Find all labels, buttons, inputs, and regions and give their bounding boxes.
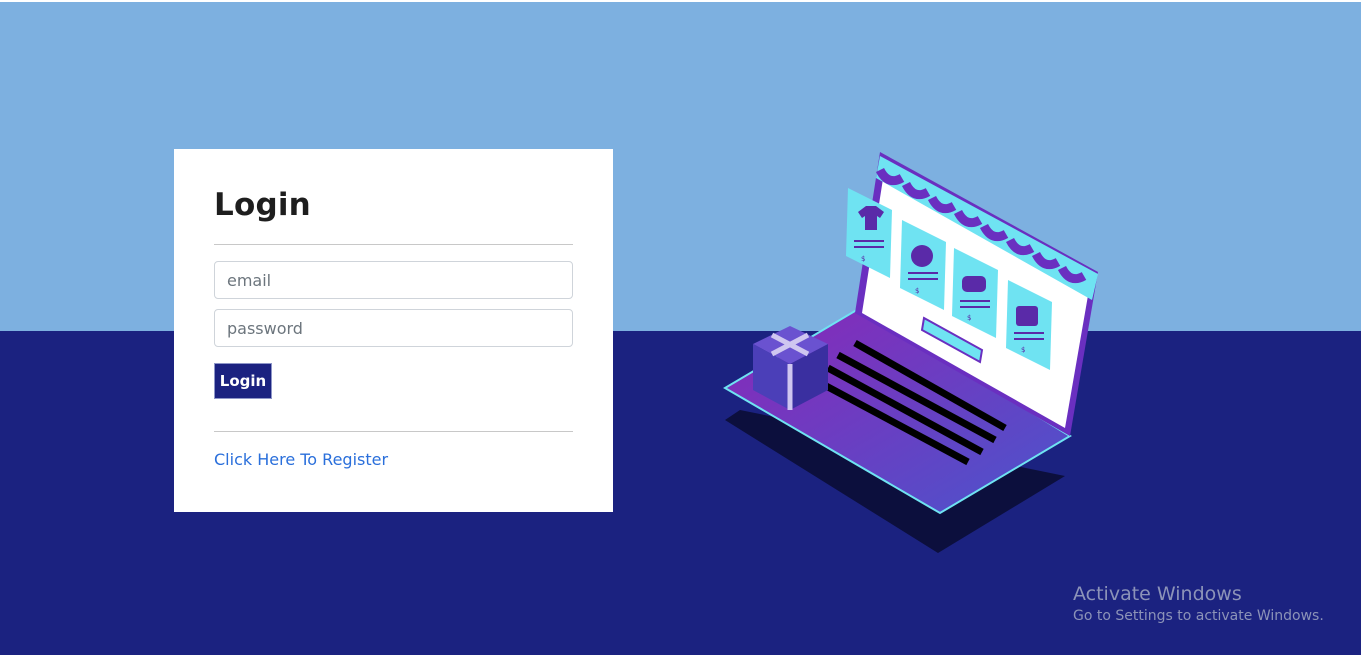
register-link[interactable]: Click Here To Register bbox=[214, 450, 388, 469]
price-tag-apple: $ bbox=[915, 287, 919, 295]
login-card: Login Login Click Here To Register bbox=[174, 149, 613, 512]
laptop-shop-illustration: $ $ $ $ bbox=[723, 152, 1098, 553]
windows-activation-watermark: Activate Windows Go to Settings to activ… bbox=[1073, 582, 1324, 626]
footer-divider bbox=[214, 431, 573, 432]
watermark-title: Activate Windows bbox=[1073, 583, 1242, 605]
password-input[interactable] bbox=[214, 309, 573, 347]
email-input[interactable] bbox=[214, 261, 573, 299]
apple-icon bbox=[911, 245, 933, 267]
title-divider bbox=[214, 244, 573, 245]
price-tag-telephone: $ bbox=[1021, 346, 1025, 354]
price-tag-pot: $ bbox=[967, 314, 971, 322]
pot-icon bbox=[962, 276, 986, 292]
login-title: Login bbox=[214, 187, 311, 223]
telephone-icon bbox=[1016, 306, 1038, 326]
top-edge-line bbox=[0, 0, 1361, 2]
watermark-subtitle: Go to Settings to activate Windows. bbox=[1073, 608, 1324, 624]
login-button[interactable]: Login bbox=[214, 363, 272, 399]
price-tag-shirt: $ bbox=[861, 255, 865, 263]
